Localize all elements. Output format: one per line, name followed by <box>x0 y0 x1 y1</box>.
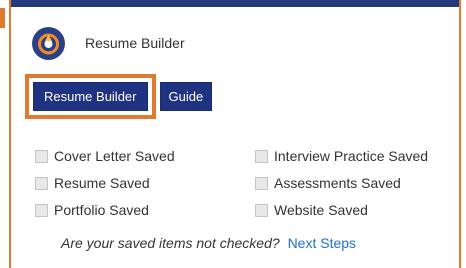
orbit-logo-icon <box>32 26 65 60</box>
interview-practice-saved-item: Interview Practice Saved <box>255 148 428 164</box>
checklist-row: Cover Letter Saved Interview Practice Sa… <box>35 148 445 175</box>
checklist-label: Assessments Saved <box>274 175 401 191</box>
resume-builder-button[interactable]: Resume Builder <box>33 82 148 111</box>
footer-question: Are your saved items not checked? <box>61 235 280 251</box>
focus-ring: Resume Builder <box>25 74 156 119</box>
footer-line: Are your saved items not checked? Next S… <box>61 235 356 251</box>
checklist-row: Resume Saved Assessments Saved <box>35 175 445 202</box>
button-row: Resume Builder Guide <box>25 74 213 119</box>
checkbox <box>35 176 48 190</box>
panel-header: Resume Builder <box>32 26 185 60</box>
checklist-label: Interview Practice Saved <box>274 148 429 164</box>
checklist-label: Resume Saved <box>54 175 150 191</box>
next-steps-link[interactable]: Next Steps <box>288 235 356 251</box>
checkbox <box>255 176 268 190</box>
checklist-label: Website Saved <box>274 202 368 218</box>
checklist-row: Portfolio Saved Website Saved <box>35 202 445 229</box>
checkbox <box>35 149 48 163</box>
widget-frame: Resume Builder Resume Builder Guide Cove… <box>0 0 466 268</box>
saved-items-checklist: Cover Letter Saved Interview Practice Sa… <box>35 148 445 229</box>
checkbox <box>255 149 268 163</box>
checkbox <box>255 203 268 217</box>
left-stub <box>0 0 11 268</box>
panel-title: Resume Builder <box>85 35 185 51</box>
checklist-label: Cover Letter Saved <box>54 148 175 164</box>
checklist-label: Portfolio Saved <box>54 202 149 218</box>
resume-builder-panel: Resume Builder Resume Builder Guide Cove… <box>11 0 461 268</box>
portfolio-saved-item: Portfolio Saved <box>35 202 149 218</box>
left-notch <box>0 8 5 28</box>
guide-button[interactable]: Guide <box>159 82 213 111</box>
checkbox <box>35 203 48 217</box>
assessments-saved-item: Assessments Saved <box>255 175 401 191</box>
cover-letter-saved-item: Cover Letter Saved <box>35 148 175 164</box>
panel-top-bar <box>11 0 459 7</box>
website-saved-item: Website Saved <box>255 202 368 218</box>
resume-saved-item: Resume Saved <box>35 175 150 191</box>
